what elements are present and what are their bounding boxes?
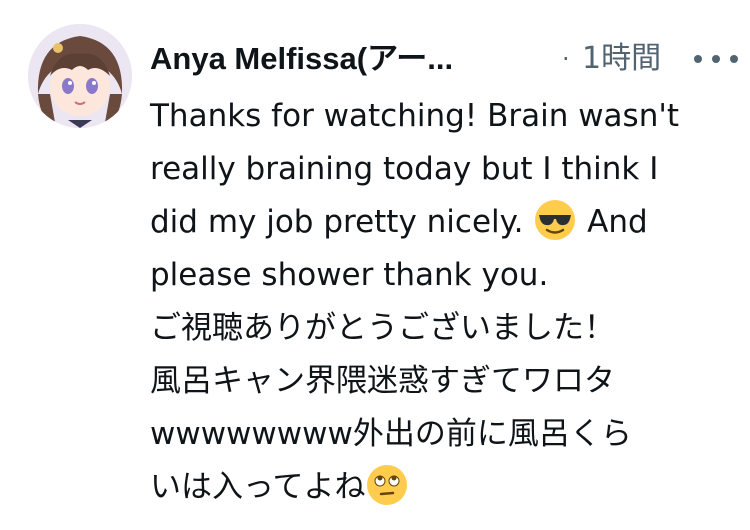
tweet-line-text: いは入ってよね: [150, 469, 366, 505]
tweet-line: 風呂キャン界隈迷惑すぎてワロタ: [150, 363, 615, 399]
tweet-line: wwwwwwww外出の前に風呂くら: [150, 416, 632, 452]
tweet-text: Thanks for watching! Brain wasn't really…: [150, 90, 740, 514]
avatar-image: [28, 24, 132, 128]
author-display-name[interactable]: Anya Melfissa(アー...: [150, 34, 530, 84]
tweet-line: Thanks for watching! Brain wasn't: [150, 98, 680, 134]
avatar[interactable]: [28, 24, 132, 128]
tweet-line: please shower thank you.: [150, 257, 549, 293]
tweet-header: Anya Melfissa(アー... · 1時間: [150, 34, 745, 84]
timestamp[interactable]: 1時間: [582, 34, 661, 84]
eye-roll-emoji-icon: [365, 463, 409, 507]
tweet-line: いは入ってよね: [150, 461, 740, 514]
more-icon[interactable]: [688, 42, 744, 76]
tweet-line: did my job pretty nicely. And: [150, 196, 740, 249]
tweet-line: really braining today but I think I: [150, 151, 659, 187]
tweet-line-text: And: [577, 204, 648, 240]
sunglasses-emoji-icon: [533, 198, 577, 242]
tweet-line-text: did my job pretty nicely.: [150, 204, 534, 240]
meta-separator: ·: [562, 45, 570, 73]
tweet-line: ご視聴ありがとうございました！: [150, 310, 615, 346]
